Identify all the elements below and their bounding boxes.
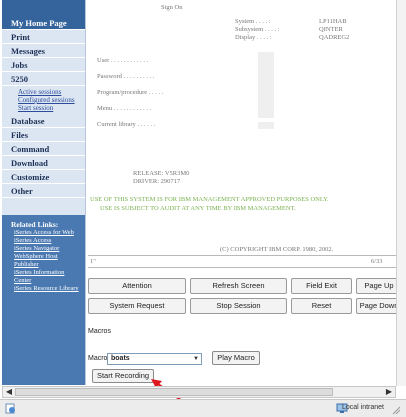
related-link[interactable]: iSeries Access [11, 237, 85, 245]
related-link[interactable]: iSeries Access for Web [11, 229, 85, 237]
system-request-button[interactable]: System Request [88, 298, 186, 314]
sidebar-item-messages[interactable]: Messages [2, 44, 85, 58]
macros-panel: Macros Macro: boats ▼ Play Macro Start R… [88, 320, 406, 385]
related-link[interactable]: WebSphere Host [11, 253, 85, 261]
menu-label: Menu . . . . . . . . . . . . [97, 105, 152, 112]
sidebar-item-database[interactable]: Database [2, 114, 85, 128]
chevron-down-icon: ▼ [193, 356, 199, 362]
sidebar-item-jobs[interactable]: Jobs [2, 58, 85, 72]
stop-session-button[interactable]: Stop Session [190, 298, 287, 314]
sidebar: My Home Page Print Messages Jobs 5250 Ac… [2, 0, 86, 385]
sidebar-item-my-home-page[interactable]: My Home Page [2, 16, 85, 30]
related-link[interactable]: iSeries Resource Library [11, 285, 85, 293]
related-link[interactable]: iSeries Navigator [11, 245, 85, 253]
system-label: System . . . . : [235, 18, 271, 25]
scroll-left-icon[interactable]: ◀ [3, 387, 15, 397]
related-link[interactable]: iSeries Information [11, 269, 85, 277]
sidebar-header [2, 0, 85, 16]
sidebar-item-files[interactable]: Files [2, 128, 85, 142]
sidebar-item-customize[interactable]: Customize [2, 170, 85, 184]
program-label: Program/procedure . . . . . [97, 89, 164, 96]
play-macro-button[interactable]: Play Macro [212, 351, 260, 365]
sidebar-subitem-configured-sessions[interactable]: Configured sessions [18, 96, 85, 104]
vertical-scrollbar[interactable] [396, 0, 406, 386]
screen-status-left: 1" [90, 258, 96, 265]
sidebar-item-command[interactable]: Command [2, 142, 85, 156]
related-links-panel: Related Links: iSeries Access for Web iS… [2, 215, 85, 385]
related-links-title: Related Links: [11, 220, 59, 229]
sidebar-item-5250[interactable]: 5250 [2, 72, 85, 86]
display-value: QADREG2 [319, 34, 350, 41]
cursor-position: 6/33 [371, 258, 383, 265]
macros-heading: Macros [88, 328, 111, 335]
sign-on-title: Sign On [161, 4, 183, 11]
emulator-screen[interactable]: Sign On System . . . . : LP11HAB Subsyst… [88, 0, 402, 272]
browser-status-bar: Local intranet [0, 399, 406, 417]
subsystem-value: QINTER [319, 26, 343, 33]
input-fields-block [258, 52, 274, 118]
sidebar-item-other[interactable]: Other [2, 184, 85, 198]
page-icon [5, 403, 15, 414]
security-zone-label: Local intranet [341, 404, 384, 411]
warning-line-2: USE IS SUBJECT TO AUDIT AT ANY TIME BY I… [100, 205, 296, 212]
field-exit-button[interactable]: Field Exit [291, 278, 352, 294]
resize-grip-icon[interactable] [392, 406, 401, 415]
warning-line-1: USE OF THIS SYSTEM IS FOR IBM MANAGEMENT… [90, 196, 329, 203]
sidebar-subitem-active-sessions[interactable]: Active sessions [18, 88, 85, 96]
refresh-screen-button[interactable]: Refresh Screen [190, 278, 287, 294]
related-link[interactable]: Center [11, 277, 85, 285]
display-label: Display . . . . : [235, 34, 272, 41]
copyright-text: (C) COPYRIGHT IBM CORP. 1980, 2002. [220, 246, 334, 253]
release-text: RELEASE: V5R3M0 [133, 170, 190, 177]
current-library-field[interactable] [258, 122, 274, 129]
horizontal-scrollbar[interactable]: ◀ ▶ [2, 386, 396, 398]
subsystem-label: Subsystem . . . . : [235, 26, 280, 33]
related-link[interactable]: Publisher [11, 261, 85, 269]
attention-button[interactable]: Attention [88, 278, 186, 294]
sidebar-5250-submenu: Active sessions Configured sessions Star… [2, 86, 85, 114]
macro-select[interactable]: boats ▼ [107, 353, 202, 365]
current-library-label: Current library . . . . . . [97, 121, 156, 128]
status-line-top [88, 255, 402, 256]
status-line-bottom [88, 267, 402, 268]
driver-text: DRIVER: 290717 [133, 178, 181, 185]
scrollbar-thumb[interactable] [15, 388, 333, 396]
password-label: Password . . . . . . . . . . [97, 73, 155, 80]
reset-button[interactable]: Reset [291, 298, 352, 314]
scroll-right-icon[interactable]: ▶ [383, 387, 395, 397]
sidebar-item-print[interactable]: Print [2, 30, 85, 44]
user-label: User . . . . . . . . . . . . [97, 57, 149, 64]
macro-selected-value: boats [111, 355, 130, 362]
system-value: LP11HAB [319, 18, 347, 25]
sidebar-item-download[interactable]: Download [2, 156, 85, 170]
sidebar-subitem-start-session[interactable]: Start session [18, 104, 85, 112]
